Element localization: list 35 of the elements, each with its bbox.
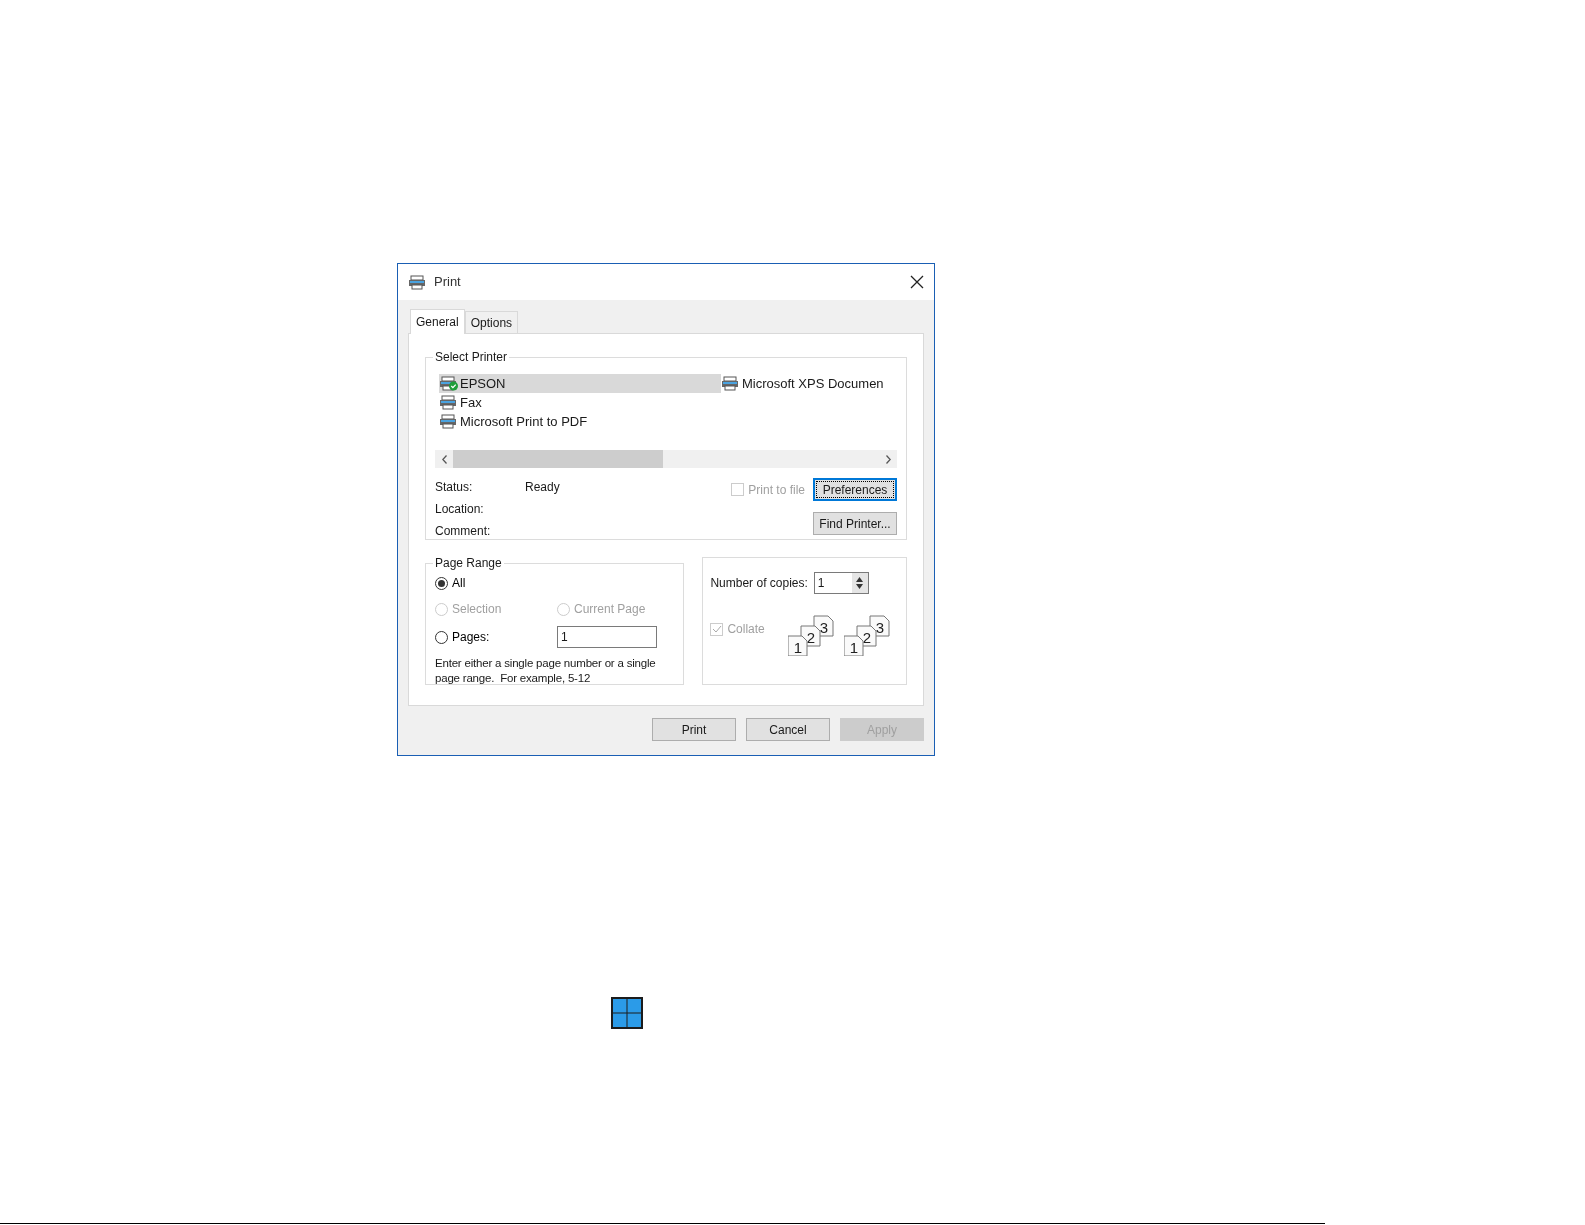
dialog-button[interactable]: Print	[652, 718, 736, 741]
status-label: Status:	[435, 479, 474, 496]
radio-label: Current Page	[574, 601, 646, 618]
printer-item[interactable]: Microsoft XPS Documen	[721, 374, 891, 393]
radio-button[interactable]	[435, 630, 448, 644]
scroll-right-icon[interactable]	[885, 454, 891, 464]
preferences-button[interactable]: Preferences	[813, 478, 897, 501]
tab[interactable]: Options	[464, 311, 519, 333]
find-printer-button[interactable]: Find Printer...	[813, 512, 897, 535]
printer-icon	[408, 274, 428, 290]
close-icon[interactable]	[910, 275, 924, 289]
printer-item[interactable]: Microsoft Print to PDF	[439, 412, 721, 431]
printer-item[interactable]: Fax	[439, 393, 721, 412]
pages-input[interactable]: 1	[557, 626, 657, 648]
radio-label: Pages:	[452, 629, 490, 646]
window-title: Print	[434, 273, 461, 292]
hint-text: Enter either a single page number or a single page range. For example, 5-12	[435, 656, 657, 686]
group-title: Select Printer	[434, 349, 509, 366]
checkbox-label: Collate	[727, 621, 765, 638]
status-value: Ready	[525, 479, 561, 496]
checkbox-label: Print to file	[748, 481, 805, 499]
location-label: Location:	[435, 501, 485, 518]
windows-logo-icon[interactable]	[611, 997, 643, 1029]
radio-label: Selection	[452, 601, 502, 618]
horizontal-scrollbar[interactable]	[435, 450, 897, 468]
radio-button[interactable]	[435, 576, 448, 590]
tab[interactable]: General	[410, 309, 465, 334]
scroll-left-icon[interactable]	[441, 454, 447, 464]
radio-label: All	[452, 575, 466, 592]
copies-label: Number of copies:	[710, 575, 808, 592]
dialog-button[interactable]: Cancel	[746, 718, 830, 741]
group-title: Page Range	[434, 555, 503, 572]
scrollbar-thumb[interactable]	[453, 450, 663, 468]
printer-item[interactable]: EPSON	[439, 374, 721, 393]
comment-label: Comment:	[435, 523, 492, 540]
